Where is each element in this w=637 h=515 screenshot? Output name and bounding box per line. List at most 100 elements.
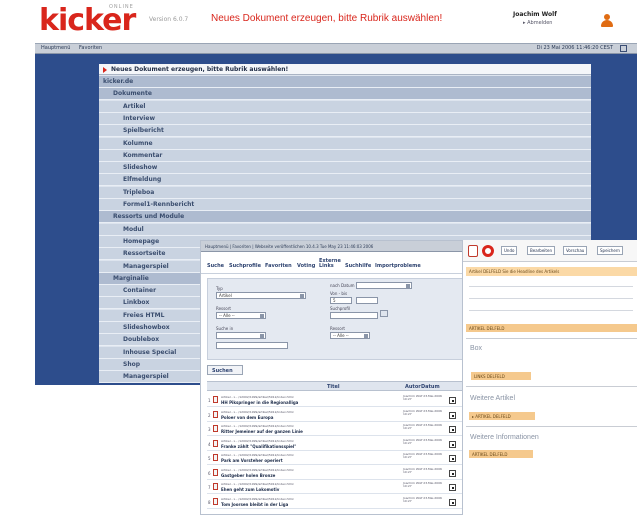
result-row[interactable]: 1 Artikel - L - /12002/1999/artikel/5912/… [207, 394, 463, 407]
tree-row[interactable]: Modul [99, 223, 591, 236]
tree-row[interactable]: Kolumne [99, 137, 591, 150]
open-icon[interactable] [449, 484, 456, 491]
open-icon[interactable] [449, 469, 456, 477]
col-date[interactable]: Datum [421, 384, 440, 390]
tree-row[interactable]: Kommentar [99, 149, 591, 162]
tree-row[interactable]: kicker.de [99, 76, 591, 88]
tab-voting[interactable]: Voting [297, 263, 315, 269]
tree-item-label: Ressortseite [123, 250, 166, 258]
result-row[interactable]: 5 Artikel - L - /12002/1999/artikel/5912/… [207, 452, 463, 465]
tree-item-label: Ressorts und Module [113, 213, 185, 221]
help-icon[interactable] [482, 245, 494, 257]
tree-item-label: Container [123, 287, 157, 295]
box-section-title: Box [470, 345, 483, 352]
tree-item-label: Linkbox [123, 299, 150, 307]
result-title[interactable]: HH Pikspringer in die Regionalliga [221, 400, 298, 405]
tree-item-label: Interview [123, 114, 155, 122]
divider [466, 386, 637, 387]
tree-row[interactable]: Ressorts und Module [99, 211, 591, 224]
result-title[interactable]: Park am Vorsteher operiert [221, 458, 283, 463]
result-title[interactable]: Ehen geht zum Lokomotiv [221, 487, 279, 492]
ressort-label: Ressort [216, 306, 231, 311]
row-number: 3 [208, 427, 211, 432]
open-icon[interactable] [449, 397, 456, 404]
result-row[interactable]: 8 Artikel - L - /12002/1999/artikel/5912/… [207, 496, 463, 509]
tree-row[interactable]: Tripleboa [99, 186, 591, 199]
preview-button[interactable]: Vorschau [563, 246, 588, 255]
tree-row[interactable]: Formel1-Rennbericht [99, 199, 591, 211]
tree-row[interactable]: Elfmeldung [99, 174, 591, 187]
result-date: Joachim Wolf 23.Mai.2006 10:27 [403, 437, 442, 445]
tree-item-label: Spielbericht [123, 127, 164, 135]
tree-item-label: Inhouse Special [123, 348, 177, 356]
text-line [469, 286, 633, 287]
result-row[interactable]: 3 Artikel - L - /12002/1999/artikel/5912/… [207, 423, 463, 436]
article-field[interactable]: ARTIKEL DELFELD [466, 324, 637, 332]
open-icon[interactable] [449, 498, 456, 506]
weitere-artikel-title: Weitere Artikel [470, 395, 515, 402]
tab-suchhilfe[interactable]: Suchhilfe [345, 263, 371, 269]
result-row[interactable]: 4 Artikel - L - /12002/1999/artikel/5912/… [207, 438, 463, 451]
bis-input[interactable] [356, 297, 378, 304]
tab-favoriten[interactable]: Favoriten [265, 263, 292, 269]
tree-item-label: Artikel [123, 102, 146, 110]
suchprofil-label: Suchprofil [330, 306, 350, 311]
result-date: Joachim Wolf 23.Mai.2006 10:27 [403, 423, 442, 430]
save-button[interactable]: Speichern [597, 246, 623, 255]
suche-in-select[interactable] [216, 332, 266, 339]
weitere-info-field[interactable]: ARTIKEL DELFELD [469, 450, 533, 458]
document-icon [213, 410, 218, 418]
refresh-icon[interactable] [620, 45, 627, 52]
col-title[interactable]: Titel [327, 384, 340, 390]
von-input[interactable]: 5 [330, 297, 352, 304]
result-row[interactable]: 7 Artikel - L - /12002/1999/artikel/5912/… [207, 481, 463, 494]
tree-row[interactable]: Artikel [99, 100, 591, 113]
favorites-link[interactable]: Favoriten [79, 45, 102, 51]
tree-item-label: Dokumente [113, 90, 152, 98]
open-icon[interactable] [449, 455, 456, 462]
user-icon[interactable] [601, 14, 613, 28]
logout-link[interactable]: ▸ Abmelden [523, 20, 552, 26]
tab-externe-links[interactable]: Externe Links [319, 259, 343, 269]
result-title[interactable]: Gastgeber holen Bronze [221, 473, 275, 478]
tab-importprobleme[interactable]: Importprobleme [375, 263, 421, 269]
nach-datum-select[interactable] [356, 282, 412, 289]
result-title[interactable]: Tom Joorsen bleibt in der Liga [221, 502, 288, 507]
typ-select[interactable]: Artikel [216, 292, 306, 299]
result-title[interactable]: Poloer von dem Europa [221, 415, 273, 420]
suchprofil-button[interactable] [380, 310, 388, 317]
tree-row[interactable]: Spielbericht [99, 125, 591, 138]
links-field[interactable]: LINKS DELFELD [471, 372, 531, 380]
suchprofil-input[interactable] [330, 312, 378, 319]
tree-row[interactable]: Slideshow [99, 162, 591, 175]
tree-item-label: Formel1-Rennbericht [123, 201, 195, 208]
home-menu-link[interactable]: Hauptmenü [41, 45, 70, 51]
tab-suche[interactable]: Suche [207, 263, 224, 269]
tree-row[interactable]: Dokumente [99, 88, 591, 101]
ressort2-select[interactable]: -- Alle -- [330, 332, 370, 339]
edit-button[interactable]: Bearbeiten [527, 246, 555, 255]
result-row[interactable]: 2 Artikel - L - /12002/1999/artikel/5912/… [207, 409, 463, 422]
col-author[interactable]: Autor [405, 384, 421, 390]
keyword-input[interactable] [216, 342, 288, 349]
nach-datum-label: nach Datum [330, 283, 355, 288]
tree-row[interactable]: Interview [99, 112, 591, 125]
result-row[interactable]: 6 Artikel - L - /12002/1999/artikel/5912/… [207, 467, 463, 480]
row-number: 5 [208, 456, 211, 461]
headline-field[interactable]: Artikel DELFELD Sie die Headline des Art… [466, 267, 637, 276]
result-path: Artikel - L - /12002/1999/artikel/5912/i… [221, 395, 294, 399]
undo-button[interactable]: Undo [501, 246, 518, 255]
search-button[interactable]: Suchen [207, 365, 243, 375]
open-icon[interactable] [449, 411, 456, 419]
trash-icon[interactable] [468, 245, 478, 257]
row-number: 8 [208, 499, 211, 505]
result-title[interactable]: Franke zählt "Qualifikationsspiel" [221, 444, 296, 449]
tab-suchprofile[interactable]: Suchprofile [229, 263, 261, 269]
search-window-toolbar: Hauptmenü | Favoriten | Webseite veröffe… [201, 241, 469, 252]
open-icon[interactable] [449, 440, 456, 448]
result-title[interactable]: Ritter Jemeiner auf der ganzen Linie [221, 429, 303, 434]
weitere-artikel-field[interactable]: ▸ ARTIKEL DELFELD [469, 412, 535, 420]
tree-item-label: Managerspiel [123, 262, 169, 270]
open-icon[interactable] [449, 426, 456, 433]
ressort-select[interactable]: -- Alle -- [216, 312, 266, 319]
